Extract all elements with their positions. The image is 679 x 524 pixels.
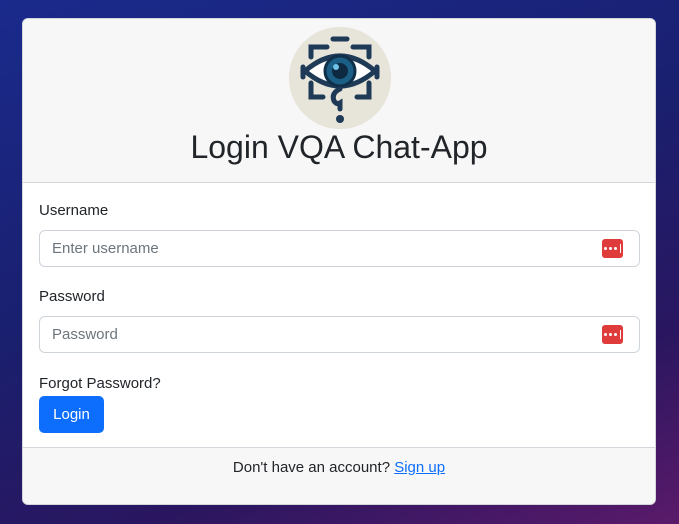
signup-prompt: Don't have an account?	[232, 459, 391, 476]
password-manager-icon[interactable]	[602, 239, 623, 258]
password-input[interactable]	[52, 317, 592, 352]
card-header: Login VQA Chat-App	[23, 19, 655, 183]
username-label: Username	[39, 202, 109, 219]
login-button[interactable]: Login	[39, 396, 104, 433]
page-title: Login VQA Chat-App	[190, 129, 488, 165]
password-label: Password	[39, 288, 105, 305]
card-footer: Don't have an account? Sign up	[23, 447, 655, 504]
forgot-password-link[interactable]: Forgot Password?	[39, 375, 161, 392]
signup-link[interactable]: Sign up	[394, 459, 445, 476]
password-field[interactable]	[39, 316, 640, 353]
eye-question-logo-icon	[289, 27, 391, 129]
login-card: Login VQA Chat-App Username Password For…	[22, 18, 656, 505]
password-manager-icon[interactable]	[602, 325, 623, 344]
username-field[interactable]	[39, 230, 640, 267]
username-input[interactable]	[52, 231, 592, 266]
